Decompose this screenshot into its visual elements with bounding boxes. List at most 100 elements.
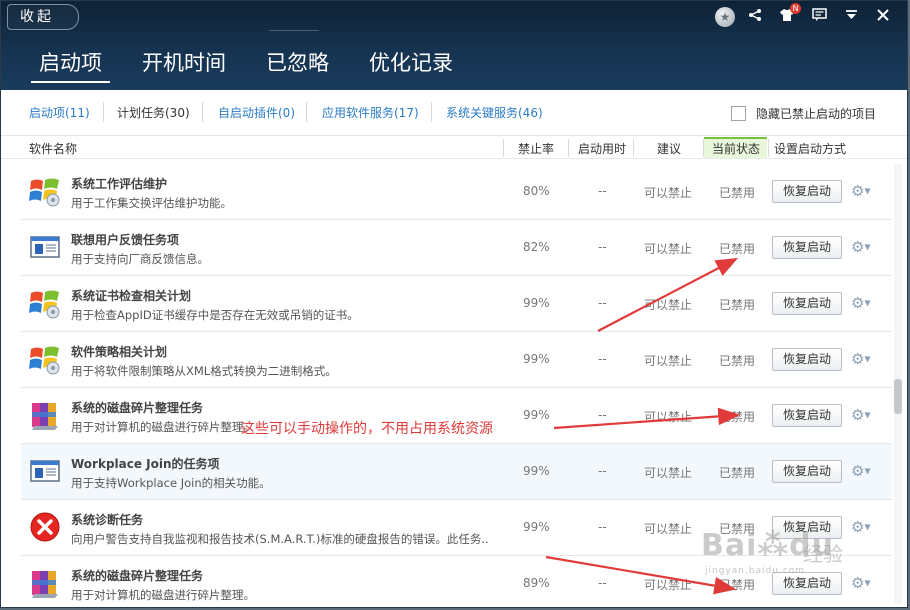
row-title: 系统工作评估维护: [71, 177, 168, 191]
row-disable-rate: 99%: [523, 296, 550, 310]
row-startup-time: --: [598, 296, 607, 310]
window-controls: ★ N: [715, 3, 895, 27]
subtab-app-services[interactable]: 应用软件服务(17): [322, 104, 419, 121]
table-row[interactable]: 联想用户反馈任务项 用于支持向厂商反馈信息。 82% -- 可以禁止 已禁用 恢复启动 ⚙▼: [21, 220, 892, 276]
main-tabs: 启动项 开机时间 已忽略 优化记录: [31, 47, 485, 83]
gear-icon[interactable]: ⚙▼: [851, 237, 871, 258]
row-advice: 可以禁止: [644, 186, 693, 200]
gear-icon[interactable]: ⚙▼: [851, 181, 871, 202]
restore-startup-button[interactable]: 恢复启动: [772, 236, 842, 259]
message-icon[interactable]: [807, 7, 831, 27]
gear-icon[interactable]: ⚙▼: [851, 405, 871, 426]
column-time[interactable]: 启动用时: [578, 140, 626, 157]
tshirt-skin-icon[interactable]: N: [775, 3, 801, 27]
menu-icon[interactable]: [839, 7, 863, 27]
row-advice: 可以禁止: [644, 466, 693, 480]
restore-startup-button[interactable]: 恢复启动: [772, 460, 842, 483]
row-status: 已禁用: [719, 354, 756, 368]
row-advice: 可以禁止: [644, 410, 693, 424]
restore-startup-button[interactable]: 恢复启动: [772, 180, 842, 203]
gear-icon[interactable]: ⚙▼: [851, 349, 871, 370]
row-status: 已禁用: [719, 298, 756, 312]
restore-startup-button[interactable]: 恢复启动: [772, 292, 842, 315]
table-row[interactable]: Workplace Join的任务项用于支持Workplace Join的相关功…: [21, 444, 892, 500]
row-advice: 可以禁止: [644, 578, 693, 592]
tab-startup-items[interactable]: 启动项: [31, 47, 110, 83]
subtab-autostart-plugins[interactable]: 自启动插件(0): [218, 104, 295, 121]
column-method[interactable]: 设置启动方式: [774, 140, 846, 157]
row-title: 系统诊断任务: [71, 513, 144, 527]
row-title: Workplace Join的任务项: [71, 457, 220, 471]
row-description: 用于检查AppID证书缓存中是否存在无效或吊销的证书。: [71, 308, 359, 322]
share-icon[interactable]: [743, 7, 767, 27]
row-title: 联想用户反馈任务项: [71, 233, 180, 247]
table-row[interactable]: 系统证书检查相关计划用于检查AppID证书缓存中是否存在无效或吊销的证书。 99%…: [21, 276, 892, 332]
table-row[interactable]: 系统工作评估维护用于工作集交换评估维护功能。 80% -- 可以禁止 已禁用 恢复启动 ⚙▼: [21, 164, 892, 220]
row-advice: 可以禁止: [644, 522, 693, 536]
row-title: 系统的磁盘碎片整理任务: [71, 569, 204, 583]
hide-disabled-label: 隐藏已禁止启动的项目: [756, 107, 877, 121]
column-headers: 软件名称 禁止率 启动用时 建议 当前状态 设置启动方式: [1, 137, 907, 159]
row-status: 已禁用: [719, 186, 756, 200]
row-description: 用于工作集交换评估维护功能。: [71, 196, 232, 210]
annotation-text: 这些可以手动操作的，不用占用系统资源: [241, 421, 493, 437]
row-advice: 可以禁止: [644, 354, 693, 368]
defrag-icon: [28, 566, 62, 600]
notification-badge: N: [790, 3, 801, 14]
row-startup-time: --: [598, 520, 607, 534]
subtab-scheduled-tasks[interactable]: 计划任务(30): [117, 104, 190, 121]
column-name[interactable]: 软件名称: [29, 140, 77, 157]
table-row[interactable]: 软件策略相关计划 用于将软件限制策略从XML格式转换为二进制格式。 99% -- 可以禁…: [21, 332, 892, 388]
row-disable-rate: 80%: [523, 184, 550, 198]
row-disable-rate: 89%: [523, 576, 550, 590]
gear-icon[interactable]: ⚙▼: [851, 293, 871, 314]
row-title: 系统的磁盘碎片整理任务: [71, 401, 204, 415]
gear-icon[interactable]: ⚙▼: [851, 461, 871, 482]
baidu-watermark: Bai⁂du 经验 jingyan.baidu.com: [701, 528, 843, 576]
startup-manager-window: 收起 启动项 开机时间 已忽略 优化记录 ★ N 启动项(11) 计划任务(30…: [0, 0, 908, 608]
row-startup-time: --: [598, 240, 607, 254]
row-startup-time: --: [598, 464, 607, 478]
subtab-startup-items[interactable]: 启动项(11): [29, 104, 90, 121]
tab-ignored[interactable]: 已忽略: [258, 47, 337, 83]
row-disable-rate: 99%: [523, 464, 550, 478]
row-advice: 可以禁止: [644, 298, 693, 312]
row-status: 已禁用: [719, 410, 756, 424]
restore-startup-button[interactable]: 恢复启动: [772, 348, 842, 371]
row-disable-rate: 99%: [523, 408, 550, 422]
column-status[interactable]: 当前状态: [712, 140, 760, 157]
restore-startup-button[interactable]: 恢复启动: [772, 404, 842, 427]
row-disable-rate: 99%: [523, 520, 550, 534]
row-disable-rate: 99%: [523, 352, 550, 366]
row-status: 已禁用: [719, 578, 756, 592]
header: 收起 启动项 开机时间 已忽略 优化记录 ★ N: [1, 1, 907, 90]
column-rate[interactable]: 禁止率: [518, 140, 554, 157]
star-icon[interactable]: ★: [715, 7, 735, 27]
tab-optimize-history[interactable]: 优化记录: [361, 47, 461, 83]
row-description: 用于支持Workplace Join的相关功能。: [71, 476, 271, 490]
close-icon[interactable]: [871, 7, 895, 27]
row-title: 软件策略相关计划: [71, 345, 168, 359]
row-startup-time: --: [598, 184, 607, 198]
scrollbar[interactable]: [894, 164, 902, 604]
hide-disabled-checkbox[interactable]: [731, 106, 746, 121]
row-startup-time: --: [598, 408, 607, 422]
scroll-thumb[interactable]: [894, 379, 902, 414]
row-status: 已禁用: [719, 466, 756, 480]
tab-boot-time[interactable]: 开机时间: [134, 47, 234, 83]
row-description: 用于支持向厂商反馈信息。: [71, 252, 209, 266]
row-description: 向用户警告支持自我监视和报告技术(S.M.A.R.T.)标准的硬盘报告的错误。此…: [71, 532, 489, 546]
collapse-button[interactable]: 收起: [7, 4, 79, 30]
row-title: 系统证书检查相关计划: [71, 289, 192, 303]
row-advice: 可以禁止: [644, 242, 693, 256]
error-icon: [28, 510, 62, 544]
row-description: 用于将软件限制策略从XML格式转换为二进制格式。: [71, 364, 337, 378]
hide-disabled-option[interactable]: 隐藏已禁止启动的项目: [731, 105, 876, 122]
task-window-icon: [28, 454, 62, 488]
windows-logo-icon: [28, 174, 62, 208]
column-advice[interactable]: 建议: [657, 140, 681, 157]
windows-logo-icon: [28, 286, 62, 320]
row-startup-time: --: [598, 576, 607, 590]
windows-logo-icon: [28, 342, 62, 376]
subtab-system-services[interactable]: 系统关键服务(46): [446, 104, 543, 121]
